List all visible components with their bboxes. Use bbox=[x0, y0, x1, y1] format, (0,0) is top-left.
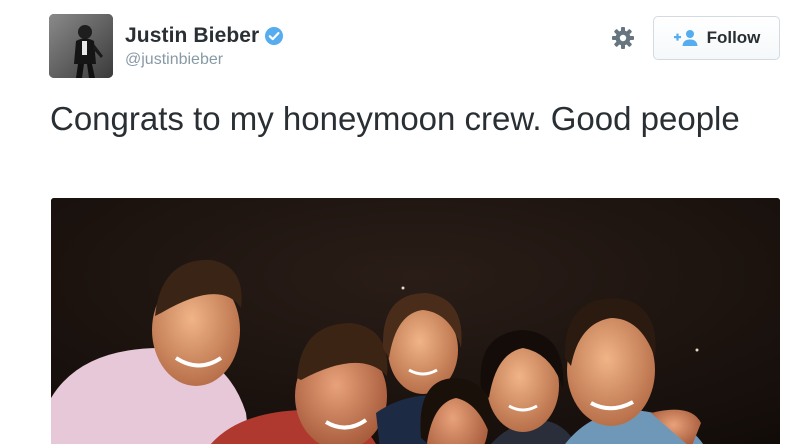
tweet-card: Justin Bieber @justinbieber Follow Congr… bbox=[0, 0, 790, 444]
avatar[interactable] bbox=[49, 14, 113, 78]
username-handle[interactable]: @justinbieber bbox=[125, 51, 284, 69]
tweet-photo[interactable] bbox=[51, 198, 780, 444]
tweet-text: Congrats to my honeymoon crew. Good peop… bbox=[50, 100, 740, 137]
avatar-image bbox=[49, 14, 113, 78]
follow-button[interactable]: Follow bbox=[653, 16, 780, 60]
user-info: Justin Bieber @justinbieber bbox=[125, 22, 284, 69]
name-row: Justin Bieber bbox=[125, 22, 284, 50]
group-photo-image bbox=[51, 198, 780, 444]
follow-label: Follow bbox=[706, 28, 761, 47]
verified-badge-icon bbox=[264, 26, 284, 46]
add-user-icon bbox=[673, 29, 699, 47]
display-name[interactable]: Justin Bieber bbox=[125, 24, 259, 48]
gear-icon[interactable] bbox=[608, 23, 638, 53]
